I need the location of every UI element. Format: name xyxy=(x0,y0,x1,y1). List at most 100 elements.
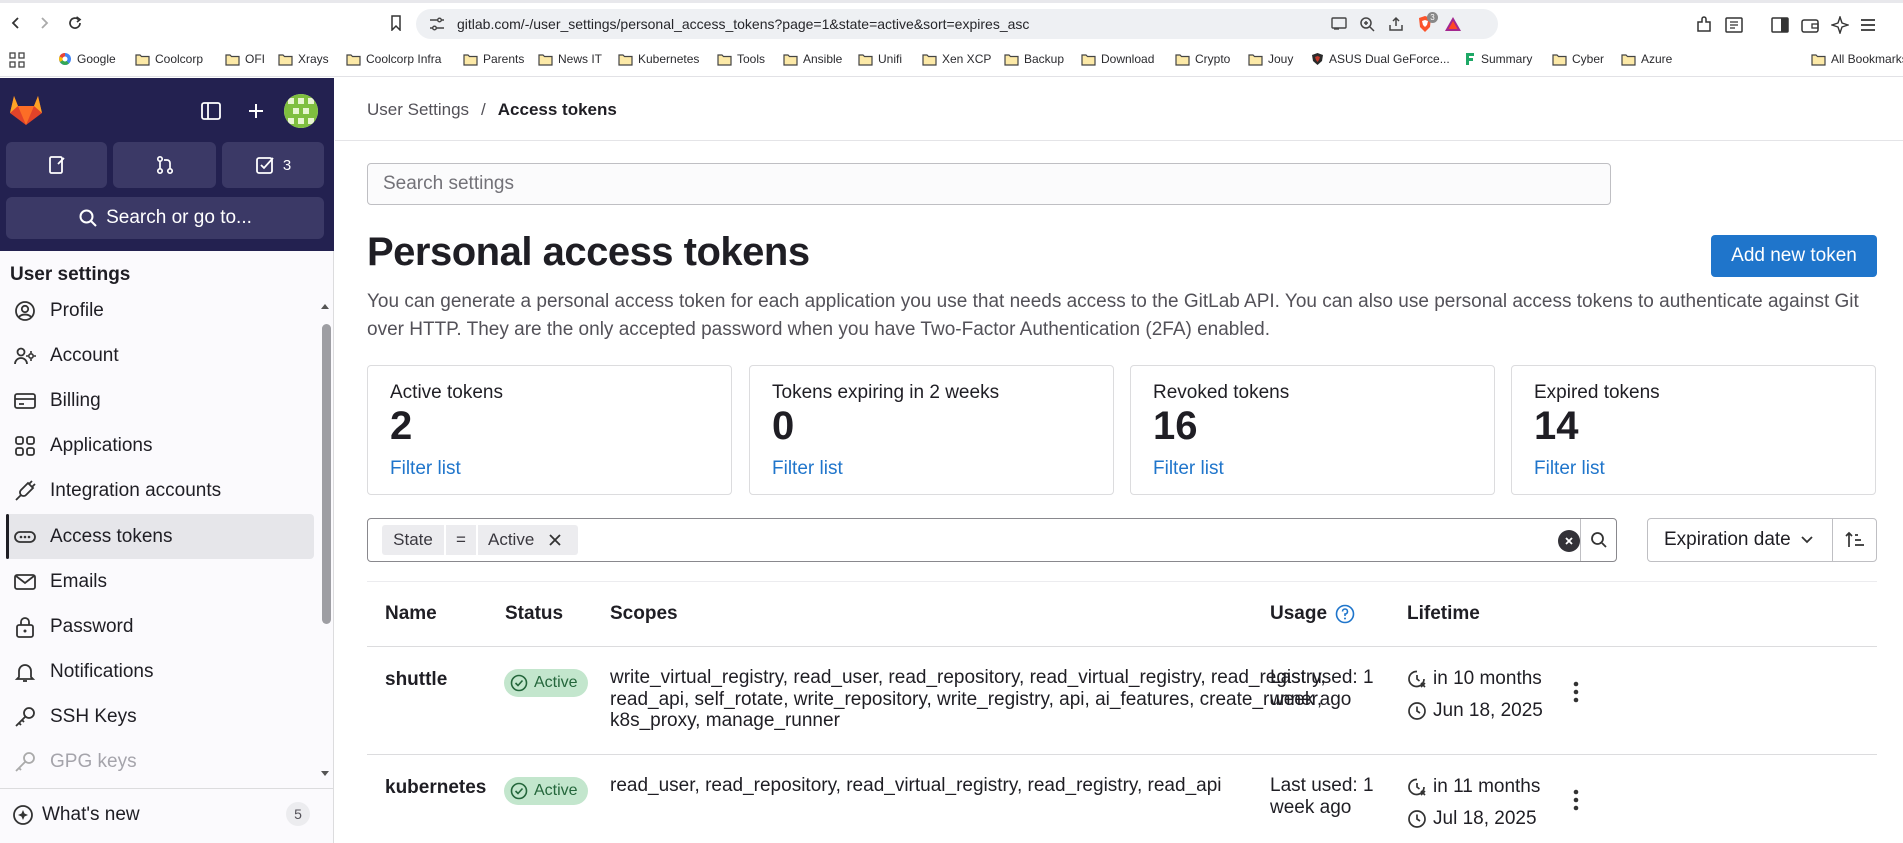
row-actions-kebab-icon[interactable] xyxy=(1564,677,1588,707)
back-icon[interactable] xyxy=(5,12,27,34)
sidebar-scroll-thumb[interactable] xyxy=(322,324,331,624)
sidebar-item-profile[interactable]: Profile xyxy=(6,288,314,333)
leo-ai-icon[interactable] xyxy=(1830,15,1850,35)
sort-direction-button[interactable] xyxy=(1832,518,1877,562)
bookmark-google[interactable]: Google xyxy=(58,52,116,66)
filter-list-link[interactable]: Filter list xyxy=(772,458,843,480)
create-new-icon[interactable] xyxy=(241,96,271,126)
all-bookmarks[interactable]: All Bookmarks xyxy=(1811,52,1903,66)
search-settings-input[interactable] xyxy=(368,164,1610,204)
google-icon xyxy=(59,52,71,65)
filtered-search-bar[interactable]: State = Active xyxy=(367,518,1617,562)
filter-list-link[interactable]: Filter list xyxy=(1153,458,1224,480)
clock-icon xyxy=(1408,809,1426,828)
billing-icon xyxy=(14,390,36,412)
bookmark-folder[interactable]: Xrays xyxy=(278,52,329,66)
bookmark-folder[interactable]: Jouy xyxy=(1248,52,1293,66)
bookmark-folder[interactable]: News IT xyxy=(538,52,602,66)
breadcrumb-user-settings[interactable]: User Settings xyxy=(367,100,469,120)
column-scopes[interactable]: Scopes xyxy=(610,603,678,625)
share-icon[interactable] xyxy=(1387,15,1405,33)
clock-icon xyxy=(1408,701,1426,720)
sidebar-item-applications[interactable]: Applications xyxy=(6,424,314,469)
filter-list-link[interactable]: Filter list xyxy=(1534,458,1605,480)
sidebar-item-billing[interactable]: Billing xyxy=(6,378,314,423)
url-text: gitlab.com/-/user_settings/personal_acce… xyxy=(457,16,1030,32)
address-bar[interactable]: gitlab.com/-/user_settings/personal_acce… xyxy=(416,9,1498,39)
sidebar-toggle-icon[interactable] xyxy=(1770,15,1790,35)
issues-button[interactable] xyxy=(6,142,107,188)
bookmark-folder[interactable]: Parents xyxy=(463,52,524,66)
bookmark-asus[interactable]: ASUS Dual GeForce... xyxy=(1311,52,1450,66)
bookmark-folder[interactable]: Coolcorp Infra xyxy=(346,52,441,66)
table-row: kubernetes Active read_user, read_reposi… xyxy=(367,755,1877,843)
sidebar-item-account[interactable]: Account xyxy=(6,333,314,378)
apps-grid-icon[interactable] xyxy=(9,52,25,68)
sidebar-item-ssh-keys[interactable]: SSH Keys xyxy=(6,695,314,740)
bookmark-folder[interactable]: Crypto xyxy=(1175,52,1230,66)
sidebar-item-integration-accounts[interactable]: Integration accounts xyxy=(6,469,314,514)
folder-icon xyxy=(1081,53,1096,66)
merge-requests-button[interactable] xyxy=(113,142,216,188)
bookmark-folder[interactable]: Xen XCP xyxy=(922,52,991,66)
bookmark-page-icon[interactable] xyxy=(385,12,407,34)
sidebar-item-notifications[interactable]: Notifications xyxy=(6,650,314,695)
filter-token-value[interactable]: Active xyxy=(478,525,578,555)
sort-dropdown[interactable]: Expiration date xyxy=(1647,518,1833,562)
brave-shields-icon[interactable]: 3 xyxy=(1416,12,1438,33)
whats-new-button[interactable]: What's new xyxy=(12,804,140,826)
cast-icon[interactable] xyxy=(1330,15,1348,33)
filter-list-link[interactable]: Filter list xyxy=(390,458,461,480)
reader-icon[interactable] xyxy=(1724,15,1744,35)
column-name[interactable]: Name xyxy=(385,603,437,625)
bookmark-folder[interactable]: Coolcorp xyxy=(135,52,203,66)
zoom-icon[interactable] xyxy=(1358,15,1376,33)
clear-filter-icon[interactable] xyxy=(1558,530,1580,552)
check-circle-icon xyxy=(510,782,528,800)
search-settings-field[interactable] xyxy=(367,163,1611,205)
search-or-go-button[interactable]: Search or go to... xyxy=(6,197,324,239)
remove-token-icon xyxy=(549,534,561,546)
sidebar-item-gpg-keys[interactable]: GPG keys xyxy=(6,740,314,785)
gitlab-logo-icon[interactable] xyxy=(8,92,46,128)
bookmark-summary[interactable]: Summary xyxy=(1464,52,1532,66)
row-actions-kebab-icon[interactable] xyxy=(1564,785,1588,815)
filter-search-button[interactable] xyxy=(1580,519,1617,561)
key-icon xyxy=(14,706,36,728)
collapse-sidebar-icon[interactable] xyxy=(196,96,226,126)
bookmark-folder[interactable]: OFI xyxy=(225,52,265,66)
add-new-token-button[interactable]: Add new token xyxy=(1711,235,1877,277)
sidebar-item-access-tokens[interactable]: Access tokens xyxy=(6,513,314,560)
avatar[interactable] xyxy=(284,94,318,128)
bookmark-folder[interactable]: Azure xyxy=(1621,52,1672,66)
bookmark-folder[interactable]: Tools xyxy=(717,52,765,66)
column-lifetime[interactable]: Lifetime xyxy=(1407,603,1480,625)
forward-icon[interactable] xyxy=(33,12,55,34)
column-status[interactable]: Status xyxy=(505,603,563,625)
sidebar-item-password[interactable]: Password xyxy=(6,604,314,649)
status-badge: Active xyxy=(504,777,588,805)
site-settings-icon[interactable] xyxy=(428,15,446,33)
bookmark-folder[interactable]: Cyber xyxy=(1552,52,1604,66)
bookmark-folder[interactable]: Backup xyxy=(1004,52,1064,66)
sidebar-item-label: Emails xyxy=(50,570,108,592)
extensions-icon[interactable] xyxy=(1694,15,1714,35)
stat-card-revoked: Revoked tokens 16 Filter list xyxy=(1130,365,1495,495)
brave-rewards-icon[interactable] xyxy=(1444,15,1462,33)
menu-icon[interactable] xyxy=(1858,15,1878,35)
filter-token-operator[interactable]: = xyxy=(446,525,476,555)
bookmark-folder[interactable]: Download xyxy=(1081,52,1154,66)
filter-token-key[interactable]: State xyxy=(382,525,444,555)
bookmark-folder[interactable]: Unifi xyxy=(858,52,902,66)
column-usage[interactable]: Usage xyxy=(1270,603,1355,625)
bookmark-folder[interactable]: Ansible xyxy=(783,52,842,66)
stat-card-expiring: Tokens expiring in 2 weeks 0 Filter list xyxy=(749,365,1114,495)
wallet-icon[interactable] xyxy=(1800,15,1820,35)
bookmark-folder[interactable]: Kubernetes xyxy=(618,52,699,66)
folder-icon xyxy=(618,53,633,66)
search-icon xyxy=(1591,532,1607,548)
todo-button[interactable]: 3 xyxy=(222,142,324,188)
sidebar-item-emails[interactable]: Emails xyxy=(6,559,314,604)
sidebar-item-label: GPG keys xyxy=(50,751,137,773)
reload-icon[interactable] xyxy=(64,12,86,34)
